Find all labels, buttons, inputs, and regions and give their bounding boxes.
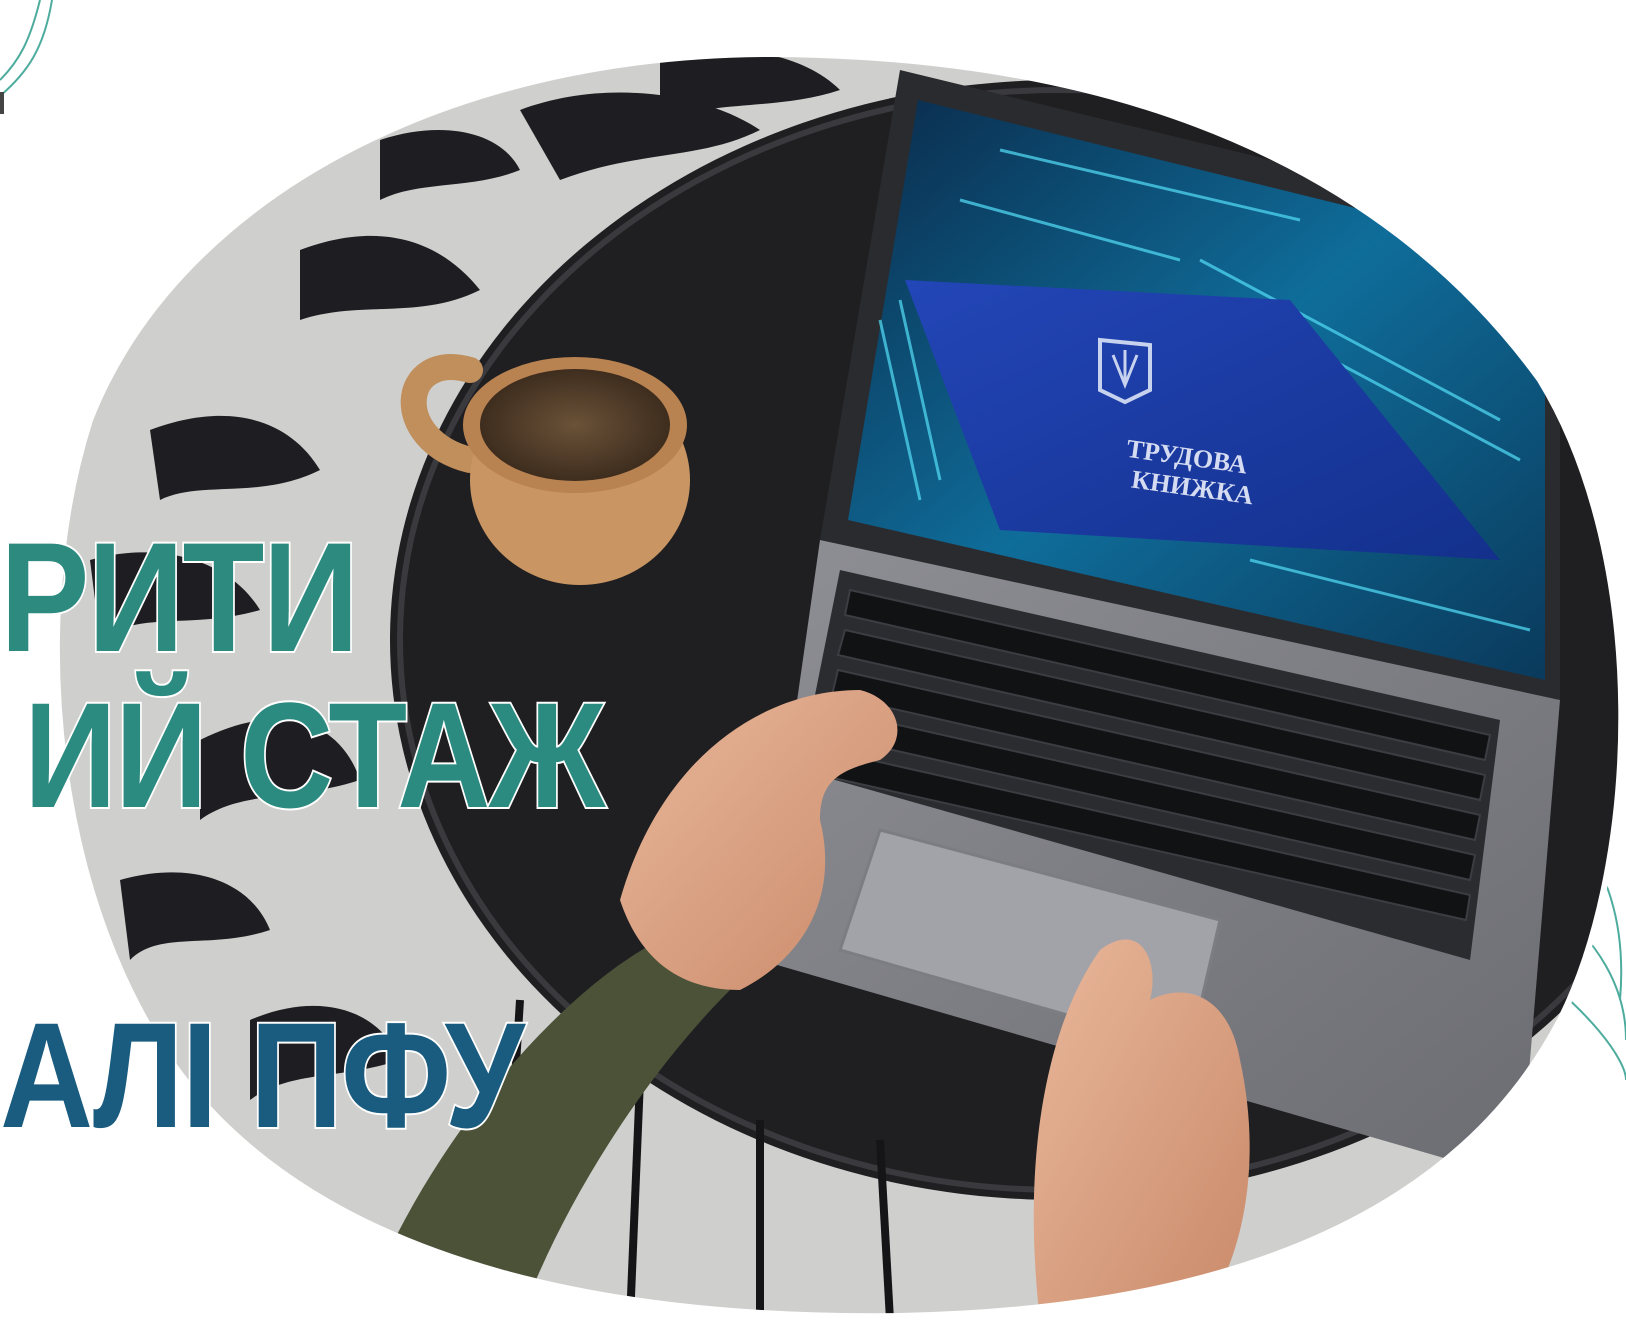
decor-mark bbox=[0, 92, 4, 114]
headline-line-2: ИЙ СТАЖ bbox=[22, 671, 607, 839]
headline-line-3: АЛІ ПФУ bbox=[0, 991, 526, 1159]
headline-line-1: РИТИ bbox=[0, 511, 361, 685]
